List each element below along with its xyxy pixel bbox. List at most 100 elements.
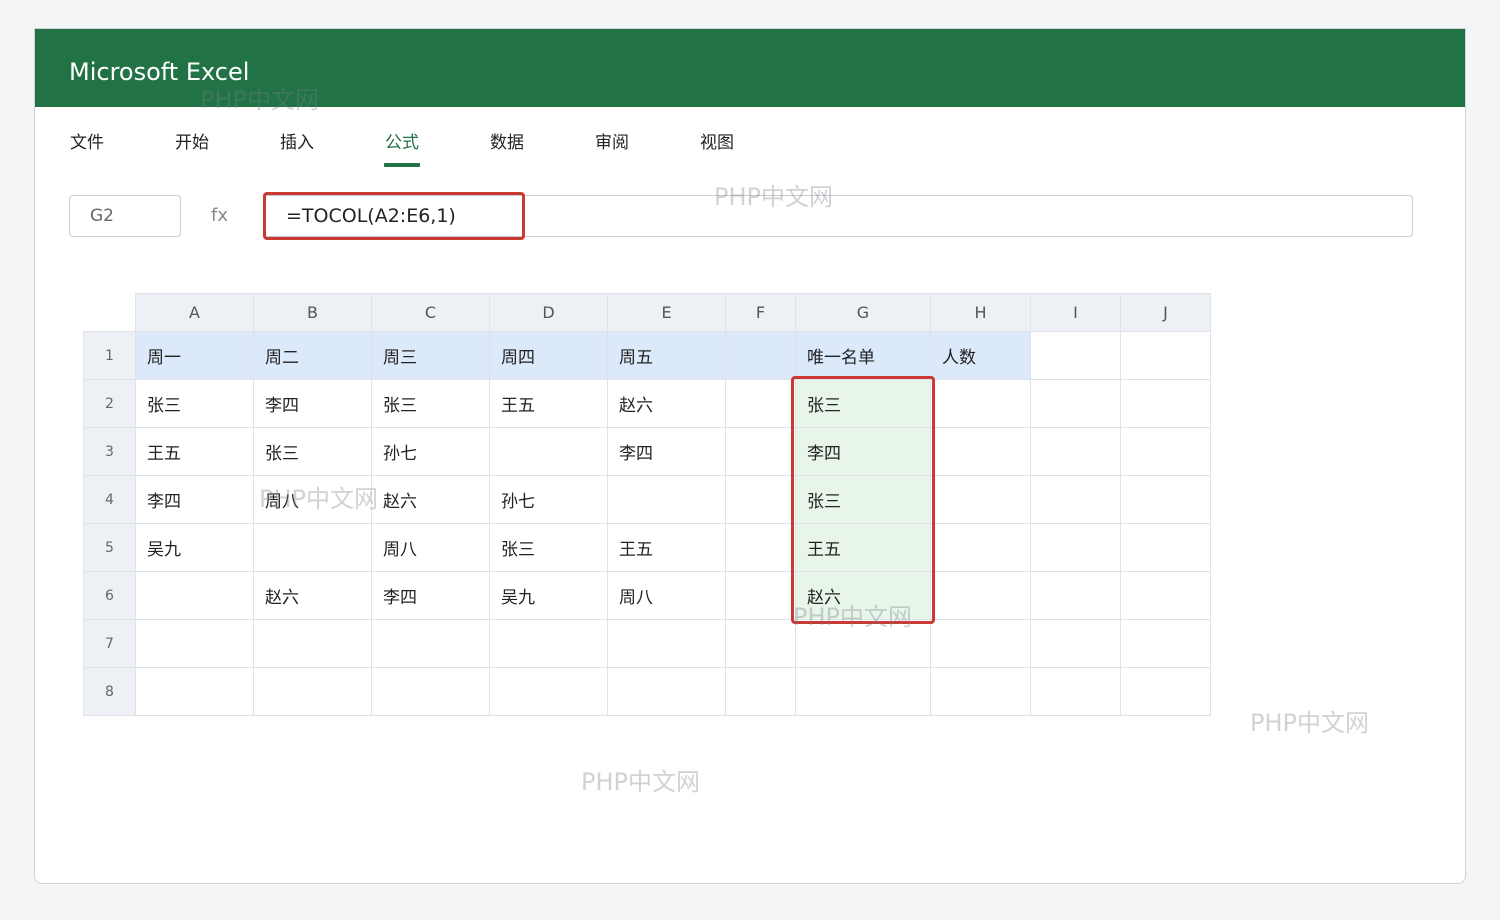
cell-e7[interactable] bbox=[607, 619, 726, 668]
tab-insert[interactable]: 插入 bbox=[267, 131, 327, 167]
cell-d5[interactable]: 张三 bbox=[489, 523, 608, 572]
cell-j2[interactable] bbox=[1120, 379, 1211, 428]
cell-f3[interactable] bbox=[725, 427, 796, 476]
cell-e8[interactable] bbox=[607, 667, 726, 716]
cell-f2[interactable] bbox=[725, 379, 796, 428]
column-header-a[interactable]: A bbox=[135, 293, 254, 332]
cell-b4[interactable]: 周八 bbox=[253, 475, 372, 524]
cell-i2[interactable] bbox=[1030, 379, 1121, 428]
cell-d7[interactable] bbox=[489, 619, 608, 668]
cell-j4[interactable] bbox=[1120, 475, 1211, 524]
cell-j5[interactable] bbox=[1120, 523, 1211, 572]
cell-a5[interactable]: 吴九 bbox=[135, 523, 254, 572]
cell-d8[interactable] bbox=[489, 667, 608, 716]
cell-a7[interactable] bbox=[135, 619, 254, 668]
column-header-f[interactable]: F bbox=[725, 293, 796, 332]
row-header-2[interactable]: 2 bbox=[83, 379, 136, 428]
cell-g8[interactable] bbox=[795, 667, 931, 716]
cell-d4[interactable]: 孙七 bbox=[489, 475, 608, 524]
cell-i4[interactable] bbox=[1030, 475, 1121, 524]
column-header-c[interactable]: C bbox=[371, 293, 490, 332]
tab-data[interactable]: 数据 bbox=[477, 131, 537, 167]
cell-h5[interactable] bbox=[930, 523, 1031, 572]
cell-d1[interactable]: 周四 bbox=[489, 331, 608, 380]
name-box[interactable]: G2 bbox=[69, 195, 181, 237]
cell-c4[interactable]: 赵六 bbox=[371, 475, 490, 524]
formula-input[interactable]: =TOCOL(A2:E6,1) bbox=[263, 195, 1413, 237]
cell-f8[interactable] bbox=[725, 667, 796, 716]
column-header-b[interactable]: B bbox=[253, 293, 372, 332]
tab-home[interactable]: 开始 bbox=[162, 131, 222, 167]
cell-h1[interactable]: 人数 bbox=[930, 331, 1031, 380]
cell-h7[interactable] bbox=[930, 619, 1031, 668]
cell-j3[interactable] bbox=[1120, 427, 1211, 476]
row-header-3[interactable]: 3 bbox=[83, 427, 136, 476]
cell-i5[interactable] bbox=[1030, 523, 1121, 572]
cell-g7[interactable] bbox=[795, 619, 931, 668]
cell-j7[interactable] bbox=[1120, 619, 1211, 668]
cell-e5[interactable]: 王五 bbox=[607, 523, 726, 572]
cell-a8[interactable] bbox=[135, 667, 254, 716]
cell-c2[interactable]: 张三 bbox=[371, 379, 490, 428]
tab-formulas[interactable]: 公式 bbox=[372, 131, 432, 167]
cell-f5[interactable] bbox=[725, 523, 796, 572]
column-header-e[interactable]: E bbox=[607, 293, 726, 332]
tab-review[interactable]: 审阅 bbox=[582, 131, 642, 167]
cell-b2[interactable]: 李四 bbox=[253, 379, 372, 428]
cell-d6[interactable]: 吴九 bbox=[489, 571, 608, 620]
row-header-7[interactable]: 7 bbox=[83, 619, 136, 668]
tab-view[interactable]: 视图 bbox=[687, 131, 747, 167]
cell-j6[interactable] bbox=[1120, 571, 1211, 620]
cell-j8[interactable] bbox=[1120, 667, 1211, 716]
cell-a2[interactable]: 张三 bbox=[135, 379, 254, 428]
row-header-8[interactable]: 8 bbox=[83, 667, 136, 716]
cell-g6[interactable]: 赵六 bbox=[795, 571, 931, 620]
cell-h2[interactable] bbox=[930, 379, 1031, 428]
cell-i6[interactable] bbox=[1030, 571, 1121, 620]
cell-e3[interactable]: 李四 bbox=[607, 427, 726, 476]
row-header-4[interactable]: 4 bbox=[83, 475, 136, 524]
column-header-i[interactable]: I bbox=[1030, 293, 1121, 332]
cell-e6[interactable]: 周八 bbox=[607, 571, 726, 620]
cell-h6[interactable] bbox=[930, 571, 1031, 620]
cell-j1[interactable] bbox=[1120, 331, 1211, 380]
column-header-d[interactable]: D bbox=[489, 293, 608, 332]
column-header-j[interactable]: J bbox=[1120, 293, 1211, 332]
cell-i1[interactable] bbox=[1030, 331, 1121, 380]
row-header-1[interactable]: 1 bbox=[83, 331, 136, 380]
cell-g3[interactable]: 李四 bbox=[795, 427, 931, 476]
cell-c5[interactable]: 周八 bbox=[371, 523, 490, 572]
cell-g4[interactable]: 张三 bbox=[795, 475, 931, 524]
cell-a3[interactable]: 王五 bbox=[135, 427, 254, 476]
cell-b1[interactable]: 周二 bbox=[253, 331, 372, 380]
cell-g2[interactable]: 张三 bbox=[795, 379, 931, 428]
cell-d3[interactable] bbox=[489, 427, 608, 476]
cell-f6[interactable] bbox=[725, 571, 796, 620]
cell-b6[interactable]: 赵六 bbox=[253, 571, 372, 620]
cell-i7[interactable] bbox=[1030, 619, 1121, 668]
cell-f1[interactable] bbox=[725, 331, 796, 380]
cell-b3[interactable]: 张三 bbox=[253, 427, 372, 476]
cell-e4[interactable] bbox=[607, 475, 726, 524]
cell-g1[interactable]: 唯一名单 bbox=[795, 331, 931, 380]
column-header-g[interactable]: G bbox=[795, 293, 931, 332]
cell-a6[interactable] bbox=[135, 571, 254, 620]
cell-b5[interactable] bbox=[253, 523, 372, 572]
cell-c8[interactable] bbox=[371, 667, 490, 716]
cell-g5[interactable]: 王五 bbox=[795, 523, 931, 572]
cell-e1[interactable]: 周五 bbox=[607, 331, 726, 380]
cell-f7[interactable] bbox=[725, 619, 796, 668]
tab-file[interactable]: 文件 bbox=[57, 131, 117, 167]
cell-i8[interactable] bbox=[1030, 667, 1121, 716]
cell-e2[interactable]: 赵六 bbox=[607, 379, 726, 428]
cell-i3[interactable] bbox=[1030, 427, 1121, 476]
row-header-5[interactable]: 5 bbox=[83, 523, 136, 572]
cell-c6[interactable]: 李四 bbox=[371, 571, 490, 620]
cell-c1[interactable]: 周三 bbox=[371, 331, 490, 380]
cell-b7[interactable] bbox=[253, 619, 372, 668]
cell-h3[interactable] bbox=[930, 427, 1031, 476]
cell-h4[interactable] bbox=[930, 475, 1031, 524]
cell-d2[interactable]: 王五 bbox=[489, 379, 608, 428]
select-all-corner[interactable] bbox=[83, 293, 136, 332]
cell-h8[interactable] bbox=[930, 667, 1031, 716]
